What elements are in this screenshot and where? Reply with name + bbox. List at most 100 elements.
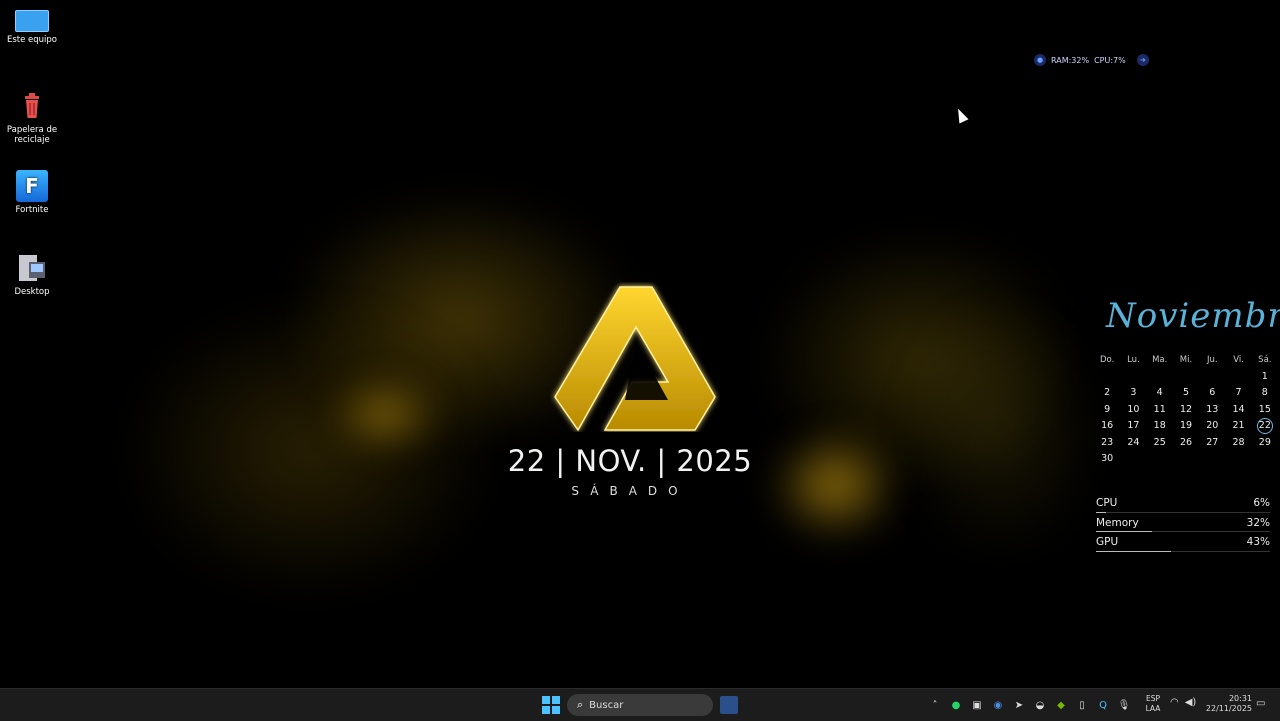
calendar-week: 30 xyxy=(1094,451,1278,468)
calendar-day[interactable]: 16 xyxy=(1094,418,1120,435)
calendar-day xyxy=(1094,369,1120,386)
notification-icon[interactable]: ▭ xyxy=(1256,698,1265,709)
desktop-icon-fortnite[interactable]: F Fortnite xyxy=(4,170,60,215)
calendar-day[interactable]: 12 xyxy=(1173,402,1199,419)
calendar-day[interactable]: 7 xyxy=(1225,385,1251,402)
calendar-day[interactable]: 26 xyxy=(1173,435,1199,452)
network-volume[interactable]: ◠ ◀) xyxy=(1170,697,1196,708)
wifi-icon: ◠ xyxy=(1170,697,1179,708)
folder-icon xyxy=(16,252,48,284)
calendar-weekday: Vi. xyxy=(1233,355,1244,365)
battery-icon[interactable]: ▯ xyxy=(1075,698,1089,712)
stat-bar-fill xyxy=(1096,550,1171,552)
calendar-day xyxy=(1147,369,1173,386)
clock[interactable]: 20:31 22/11/2025 xyxy=(1204,694,1252,714)
calendar-week: 1 xyxy=(1094,369,1278,386)
stat-row: CPU 6% xyxy=(1096,495,1270,515)
clock-date: 22/11/2025 xyxy=(1205,704,1252,713)
calendar-day[interactable]: 21 xyxy=(1225,418,1251,435)
monitor-icon xyxy=(15,10,49,32)
calendar-day[interactable]: 6 xyxy=(1199,385,1225,402)
whatsapp-icon[interactable]: ● xyxy=(949,698,963,712)
calendar-weekday: Ma. xyxy=(1152,355,1168,365)
calendar-day[interactable]: 28 xyxy=(1225,435,1251,452)
search-placeholder: Buscar xyxy=(589,699,624,711)
calendar-day xyxy=(1120,369,1146,386)
calendar-day[interactable]: 5 xyxy=(1173,385,1199,402)
calendar-day xyxy=(1225,369,1251,386)
arrow-right-icon[interactable]: ➜ xyxy=(1136,54,1149,66)
desktop-icon-desktop[interactable]: Desktop xyxy=(4,252,60,297)
calendar-day xyxy=(1199,369,1225,386)
calendar-day[interactable]: 15 xyxy=(1252,402,1278,419)
calendar-day[interactable]: 10 xyxy=(1120,402,1146,419)
calendar-day[interactable]: 13 xyxy=(1199,402,1225,419)
desktop-icon-papelera[interactable]: Papelera de reciclaje xyxy=(4,90,60,145)
calendar-week: 23 24 25 26 27 28 29 xyxy=(1094,435,1278,452)
start-button[interactable] xyxy=(542,696,560,714)
calendar-day[interactable]: 11 xyxy=(1147,402,1173,419)
calendar-day[interactable]: 22 xyxy=(1252,418,1278,435)
calendar-day xyxy=(1173,369,1199,386)
stat-bar-fill xyxy=(1096,511,1107,513)
calendar-month: Noviembre xyxy=(1106,296,1280,336)
calendar-day xyxy=(1173,451,1199,468)
chevron-up-icon[interactable]: ˄ xyxy=(928,698,942,712)
calendar-day[interactable]: 4 xyxy=(1147,385,1173,402)
calendar-day[interactable]: 19 xyxy=(1173,418,1199,435)
calendar-day xyxy=(1252,451,1278,468)
paperplane-icon[interactable]: ➤ xyxy=(1012,698,1026,712)
chrome-icon[interactable]: ◉ xyxy=(991,698,1005,712)
calendar-day[interactable]: 17 xyxy=(1120,418,1146,435)
calendar-day[interactable]: 27 xyxy=(1199,435,1225,452)
desktop-icon-este-equipo[interactable]: Este equipo xyxy=(4,6,60,45)
calendar-today[interactable]: 22 xyxy=(1256,418,1273,434)
fortnite-icon: F xyxy=(16,170,48,202)
stat-bar xyxy=(1096,550,1270,552)
discord-icon[interactable]: ◒ xyxy=(1033,698,1047,712)
system-tray: ˄ ● ▣ ◉ ➤ ◒ ◆ ▯ Q 🎙 xyxy=(928,689,1131,721)
calendar-day[interactable]: 30 xyxy=(1094,451,1120,468)
stat-bar xyxy=(1096,531,1270,532)
cpu-readout: CPU:7% xyxy=(1094,55,1126,65)
stat-label: Memory xyxy=(1096,516,1139,529)
stat-label: GPU xyxy=(1096,536,1119,548)
language-indicator[interactable]: ESP LAA xyxy=(1142,694,1164,714)
calendar-day[interactable]: 25 xyxy=(1147,435,1173,452)
calendar-weekday: Lu. xyxy=(1127,355,1140,365)
calendar-day xyxy=(1225,451,1251,468)
desktop-icon-label: Este equipo xyxy=(6,35,58,45)
stat-row: GPU 43% xyxy=(1096,534,1270,554)
desktop-icon-label: Desktop xyxy=(14,287,50,297)
wallpaper-date: 22 | NOV. | 2025 xyxy=(507,444,753,478)
calendar-day[interactable]: 3 xyxy=(1120,385,1146,402)
calendar-day[interactable]: 1 xyxy=(1252,369,1278,386)
taskbar-app-icon[interactable] xyxy=(720,696,738,714)
calendar-week: 2345678 xyxy=(1094,385,1278,402)
nvidia-icon[interactable]: ◆ xyxy=(1054,698,1068,712)
calendar-day[interactable]: 9 xyxy=(1094,402,1120,419)
calendar-week: 16 17 18 19 20 21 22 xyxy=(1094,418,1278,435)
resource-widget[interactable]: ● RAM:32% CPU:7% ➜ xyxy=(1034,52,1154,68)
search-icon: ⌕ xyxy=(577,698,584,711)
recycle-bin-icon xyxy=(16,90,48,122)
calendar-day[interactable]: 23 xyxy=(1094,435,1120,452)
calendar-day[interactable]: 14 xyxy=(1225,402,1251,419)
calendar-day[interactable]: 18 xyxy=(1147,418,1173,435)
calendar-day[interactable]: 29 xyxy=(1252,435,1278,452)
app-q-icon[interactable]: Q xyxy=(1096,698,1110,712)
calendar-day[interactable]: 24 xyxy=(1120,435,1146,452)
mic-icon: ● xyxy=(1034,54,1046,66)
app-icon[interactable]: ▣ xyxy=(970,698,984,712)
calendar-grid: Do. Lu. Ma. Mi. Ju. Vi. Sá. 1 2 3 4 5 6 7 8 9 10 11 12 13 1… xyxy=(1094,352,1278,468)
mic-icon[interactable]: 🎙 xyxy=(1117,698,1131,712)
calendar-weekdays: Do. Lu. Ma. Mi. Ju. Vi. Sá. xyxy=(1094,352,1278,369)
stat-value: 32% xyxy=(1246,516,1270,529)
clock-time: 20:31 xyxy=(1228,694,1252,703)
calendar-day[interactable]: 2 xyxy=(1094,385,1120,402)
search-input[interactable]: ⌕ Buscar xyxy=(567,694,713,716)
calendar-day[interactable]: 20 xyxy=(1199,418,1225,435)
volume-icon: ◀) xyxy=(1184,697,1197,708)
calendar-day[interactable]: 8 xyxy=(1252,385,1278,402)
calendar-weekday: Mi. xyxy=(1179,355,1193,365)
